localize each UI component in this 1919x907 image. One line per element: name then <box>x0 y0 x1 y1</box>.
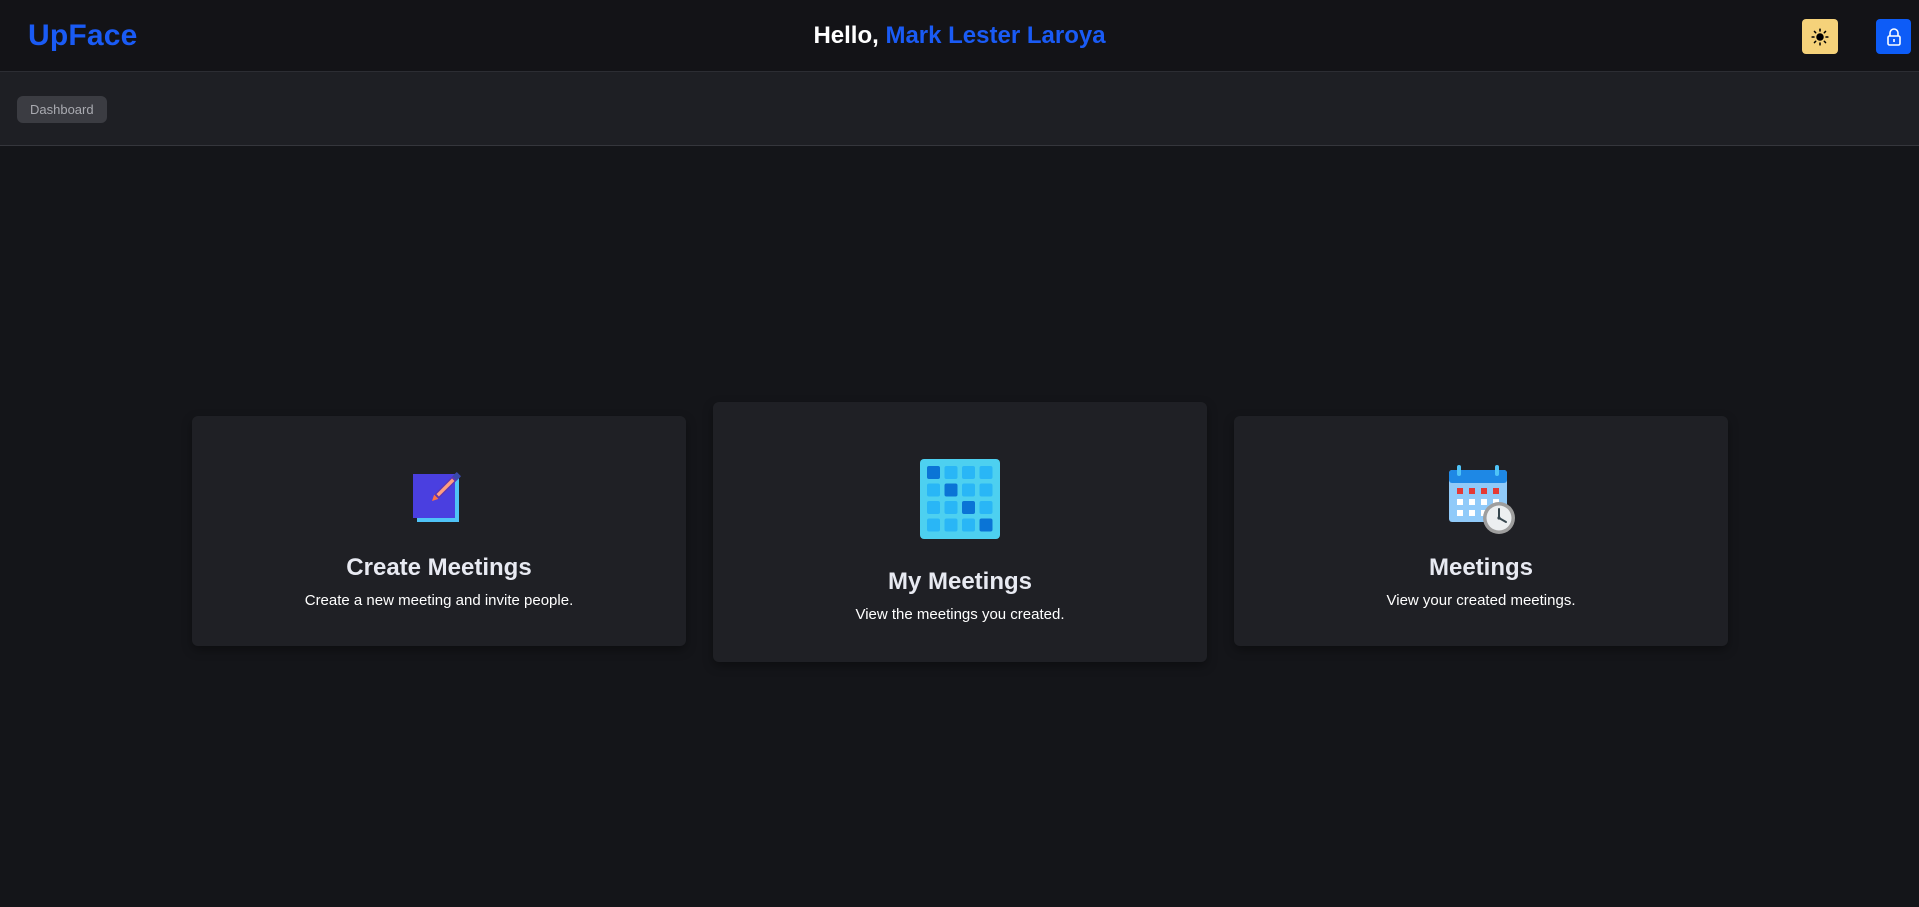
card-title: My Meetings <box>887 568 1033 595</box>
theme-toggle-button[interactable] <box>1802 19 1838 54</box>
grid-calendar-icon <box>920 459 1000 539</box>
greeting-prefix: Hello, <box>813 22 886 49</box>
card-title: Meetings <box>1428 554 1533 581</box>
top-navbar: UpFace Hello, Mark Lester Laroya <box>0 0 1919 72</box>
lock-button[interactable] <box>1876 19 1911 54</box>
breadcrumb-bar: Dashboard <box>0 72 1919 146</box>
meetings-card[interactable]: Meetings View your created meetings. <box>1234 416 1728 646</box>
card-title: Create Meetings <box>346 554 532 581</box>
calendar-clock-icon <box>1449 465 1515 534</box>
card-description: View your created meetings. <box>1386 592 1576 609</box>
sun-icon <box>1811 27 1829 46</box>
card-description: Create a new meeting and invite people. <box>304 592 574 609</box>
user-name: Mark Lester Laroya <box>885 22 1106 49</box>
card-description: View the meetings you created. <box>855 606 1065 623</box>
create-meetings-card[interactable]: Create Meetings Create a new meeting and… <box>192 416 686 646</box>
edit-note-icon <box>413 471 462 522</box>
my-meetings-card[interactable]: My Meetings View the meetings you create… <box>713 402 1207 662</box>
lock-icon <box>1886 27 1901 46</box>
greeting: Hello, Mark Lester Laroya <box>0 22 1919 50</box>
breadcrumb-dashboard[interactable]: Dashboard <box>17 96 107 123</box>
